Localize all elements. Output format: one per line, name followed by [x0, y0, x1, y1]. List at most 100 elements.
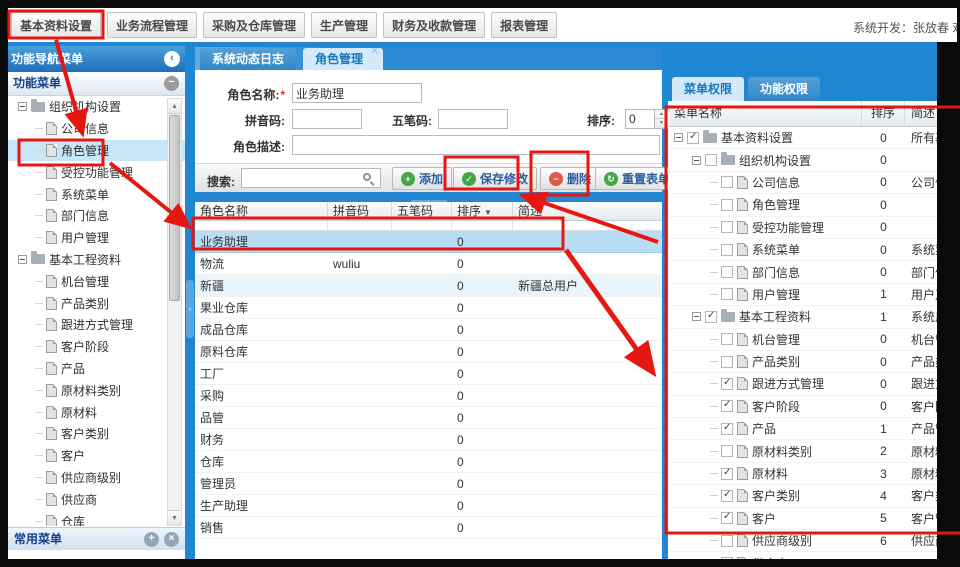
permission-row[interactable]: 公司信息 0 公司信	[668, 172, 937, 194]
permission-checkbox[interactable]	[721, 221, 733, 233]
sort-input[interactable]	[625, 109, 655, 129]
permission-row[interactable]: 角色管理 0	[668, 194, 937, 216]
role-desc-input[interactable]	[292, 135, 660, 155]
column-header-menu-name[interactable]: 菜单名称	[668, 101, 862, 126]
expand-toggle-icon[interactable]	[18, 255, 27, 264]
role-row[interactable]: 原料仓库 0	[195, 341, 662, 363]
tab-menu-permissions[interactable]: 菜单权限	[672, 77, 744, 101]
sidebar-tree-item[interactable]: 客户类别	[8, 423, 185, 445]
role-row[interactable]: 品管 0	[195, 407, 662, 429]
column-header-sort[interactable]: 排序▼	[452, 202, 513, 220]
permission-row[interactable]: 机台管理 0 机台管	[668, 329, 937, 351]
sidebar-tree-item[interactable]: 客户	[8, 445, 185, 467]
add-common-menu-icon[interactable]: +	[144, 532, 159, 547]
permission-checkbox[interactable]	[721, 535, 733, 547]
tab-role-management[interactable]: 角色管理 ✕	[303, 48, 383, 70]
tab-system-log[interactable]: 系统动态日志	[200, 48, 296, 70]
sidebar-tree-item[interactable]: 仓库	[8, 510, 185, 526]
role-row[interactable]: 生产助理 0	[195, 495, 662, 517]
permission-row[interactable]: 供应商级别 6 供应商	[668, 530, 937, 552]
delete-button[interactable]: −删除	[540, 167, 600, 190]
permission-checkbox[interactable]	[721, 468, 733, 480]
sidebar-tree-item[interactable]: 原材料类别	[8, 379, 185, 401]
permission-checkbox[interactable]	[721, 199, 733, 211]
role-row[interactable]: 业务助理 0	[195, 231, 662, 253]
sidebar-tree-item[interactable]: 角色管理	[8, 140, 185, 162]
collapse-section-icon[interactable]: −	[164, 76, 179, 91]
sidebar-tree-item[interactable]: 供应商级别	[8, 467, 185, 489]
role-row[interactable]: 新疆 0 新疆总用户	[195, 275, 662, 297]
sidebar-splitter-handle[interactable]: ‹	[186, 280, 194, 338]
permission-row[interactable]: 系统菜单 0 系统菜	[668, 239, 937, 261]
common-menu-bar[interactable]: 常用菜单 + ×	[8, 527, 185, 550]
add-button[interactable]: +添加	[392, 167, 452, 190]
sidebar-tree-item[interactable]: 基本工程资料	[8, 249, 185, 271]
sort-spinner[interactable]: ▲▼	[655, 109, 669, 129]
column-header-sort[interactable]: 排序	[862, 101, 905, 126]
column-header-wubi[interactable]: 五笔码	[392, 202, 452, 220]
permission-row[interactable]: 用户管理 1 用户及	[668, 284, 937, 306]
permission-row[interactable]: 产品类别 0 产品类	[668, 351, 937, 373]
permission-row[interactable]: 客户 5 客户管	[668, 508, 937, 530]
expand-toggle-icon[interactable]	[692, 156, 701, 165]
role-row[interactable]: 物流 wuliu 0	[195, 253, 662, 275]
sidebar-tree-item[interactable]: 原材料	[8, 401, 185, 423]
spin-up-icon[interactable]: ▲	[655, 110, 668, 119]
top-menu-button[interactable]: 采购及仓库管理	[203, 12, 305, 38]
permission-checkbox[interactable]	[721, 512, 733, 524]
column-header-desc[interactable]: 简述	[905, 101, 937, 126]
sidebar-tree-item[interactable]: 受控功能管理	[8, 161, 185, 183]
sidebar-tree-item[interactable]: 产品	[8, 358, 185, 380]
role-row[interactable]: 工厂 0	[195, 363, 662, 385]
tab-function-permissions[interactable]: 功能权限	[748, 77, 820, 101]
grid-filter-row[interactable]	[195, 221, 662, 231]
sidebar-tree-item[interactable]: 部门信息	[8, 205, 185, 227]
permission-row[interactable]: 组织机构设置 0	[668, 149, 937, 171]
scroll-up-icon[interactable]: ▲	[168, 99, 181, 114]
function-menu-header[interactable]: 功能菜单 −	[8, 72, 185, 96]
column-header-role-name[interactable]: 角色名称	[195, 202, 328, 220]
permission-checkbox[interactable]	[721, 266, 733, 278]
role-row[interactable]: 成品仓库 0	[195, 319, 662, 341]
top-menu-button[interactable]: 财务及收款管理	[383, 12, 485, 38]
role-name-input[interactable]	[292, 83, 422, 103]
permission-row[interactable]: 受控功能管理 0	[668, 217, 937, 239]
column-header-desc[interactable]: 简述	[513, 202, 662, 220]
role-row[interactable]: 仓库 0	[195, 451, 662, 473]
permission-checkbox[interactable]	[687, 132, 699, 144]
permission-row[interactable]: 基本工程资料 1 系统用	[668, 306, 937, 328]
sidebar-tree-item[interactable]: 跟进方式管理	[8, 314, 185, 336]
role-row[interactable]: 采购 0	[195, 385, 662, 407]
permission-row[interactable]: 原材料 3 原材料	[668, 463, 937, 485]
search-input[interactable]	[241, 168, 381, 188]
permission-checkbox[interactable]	[721, 445, 733, 457]
expand-toggle-icon[interactable]	[674, 133, 683, 142]
sidebar-tree-item[interactable]: 用户管理	[8, 227, 185, 249]
wubi-input[interactable]	[438, 109, 508, 129]
scroll-down-icon[interactable]: ▼	[168, 510, 181, 525]
permission-checkbox[interactable]	[721, 333, 733, 345]
role-row[interactable]: 管理员 0	[195, 473, 662, 495]
top-menu-button[interactable]: 报表管理	[491, 12, 557, 38]
permission-checkbox[interactable]	[721, 244, 733, 256]
permission-checkbox[interactable]	[721, 176, 733, 188]
permission-checkbox[interactable]	[721, 356, 733, 368]
permission-row[interactable]: 产品 1 产品管	[668, 418, 937, 440]
top-menu-button[interactable]: 生产管理	[311, 12, 377, 38]
top-menu-button[interactable]: 业务流程管理	[107, 12, 197, 38]
permission-row[interactable]: 客户类别 4 客户类	[668, 485, 937, 507]
role-row[interactable]: 财务 0	[195, 429, 662, 451]
spin-down-icon[interactable]: ▼	[655, 119, 668, 128]
pinyin-input[interactable]	[292, 109, 362, 129]
reset-button[interactable]: ↻重置表单	[595, 167, 679, 190]
sidebar-tree-item[interactable]: 系统菜单	[8, 183, 185, 205]
expand-toggle-icon[interactable]	[18, 102, 27, 111]
permission-checkbox[interactable]	[721, 400, 733, 412]
permission-checkbox[interactable]	[721, 490, 733, 502]
role-row[interactable]: 销售 0	[195, 517, 662, 539]
save-button[interactable]: ✓保存修改	[453, 167, 537, 190]
sidebar-tree-item[interactable]: 组织机构设置	[8, 96, 185, 118]
sidebar-tree-item[interactable]: 机台管理	[8, 270, 185, 292]
permission-row[interactable]: 客户阶段 0 客户阶	[668, 396, 937, 418]
close-common-menu-icon[interactable]: ×	[164, 532, 179, 547]
